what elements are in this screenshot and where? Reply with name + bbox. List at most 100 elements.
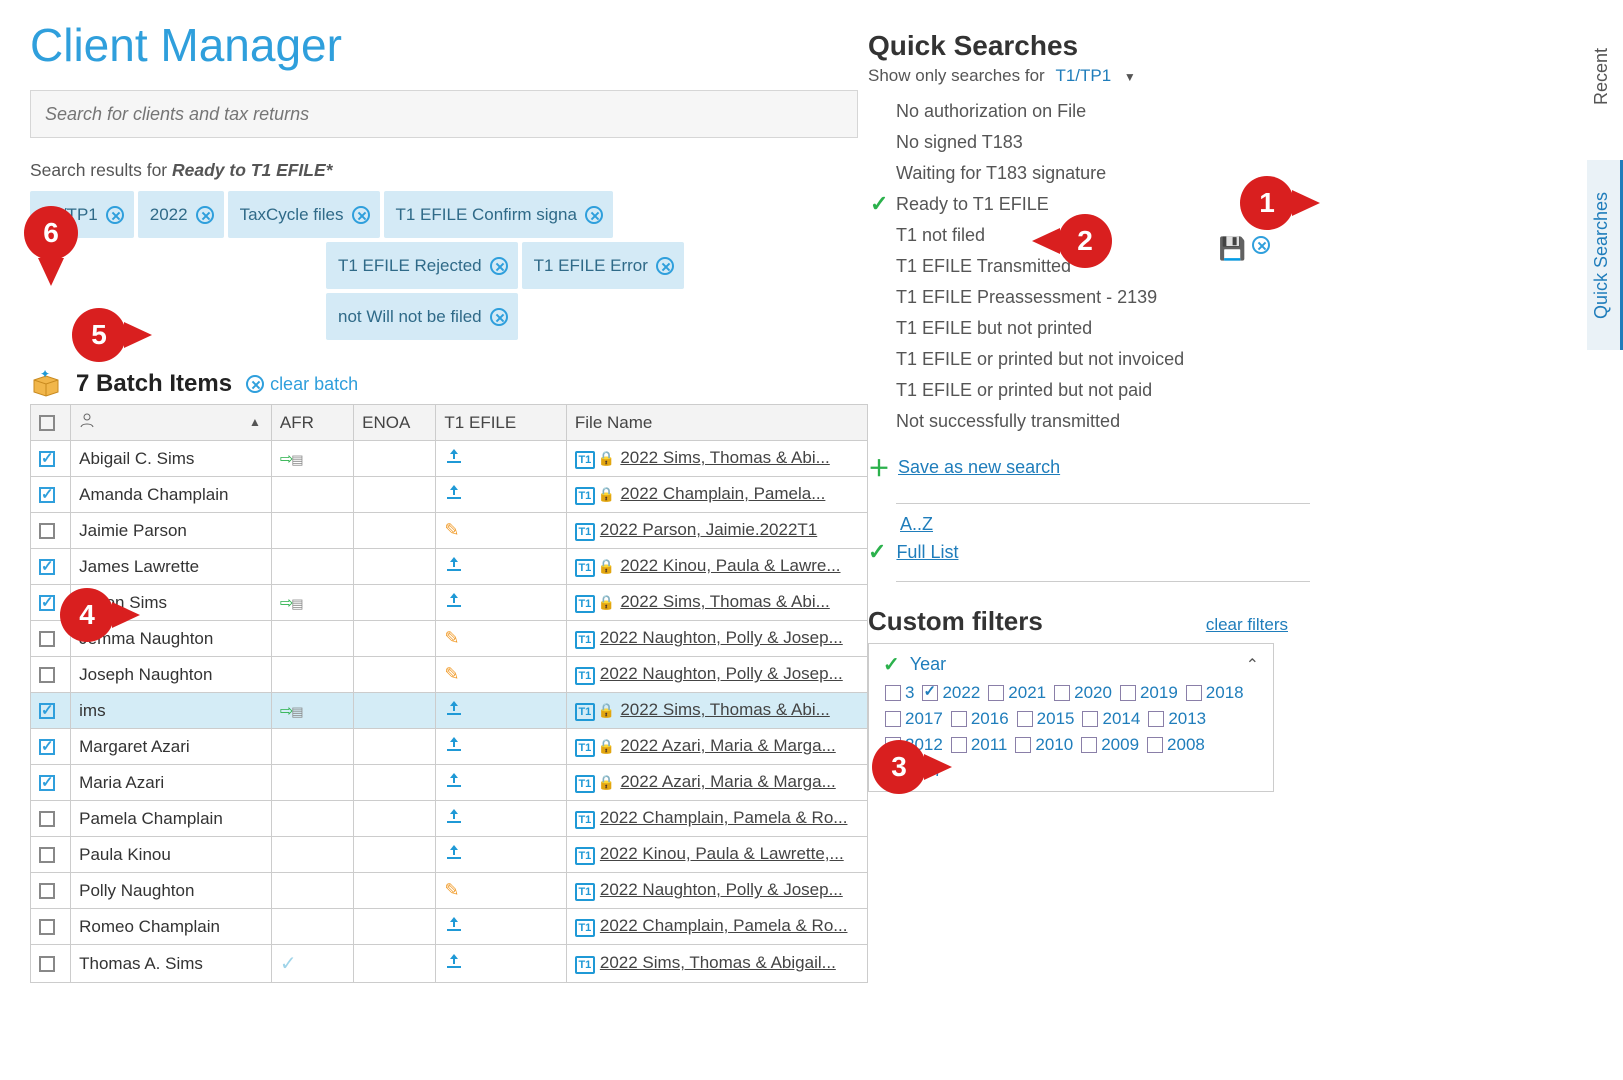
filter-tag[interactable]: T1 EFILE Error [522,242,684,289]
checkbox[interactable] [922,685,938,701]
row-checkbox[interactable] [39,775,55,791]
close-icon[interactable] [196,206,214,224]
file-link[interactable]: 2022 Naughton, Polly & Josep... [600,628,843,647]
row-checkbox[interactable] [39,919,55,935]
filter-tag[interactable]: T1 EFILE Rejected [326,242,518,289]
full-list-row[interactable]: ✓ Full List [868,539,1310,565]
file-link[interactable]: 2022 Azari, Maria & Marga... [620,736,835,755]
table-row[interactable]: Abigail C. Sims⇨▤T1🔒2022 Sims, Thomas & … [31,441,868,477]
checkbox[interactable] [885,685,901,701]
efile-cell[interactable] [436,585,566,621]
qs-show-only[interactable]: Show only searches for T1/TP1 ▼ [868,66,1310,86]
file-cell[interactable]: T1🔒2022 Champlain, Pamela... [566,477,867,513]
year-option[interactable]: 2019 [1120,683,1178,703]
year-option[interactable]: 3 [885,683,914,703]
checkbox[interactable] [1147,737,1163,753]
row-checkbox[interactable] [39,631,55,647]
efile-cell[interactable] [436,873,566,909]
year-option[interactable]: 2009 [1081,735,1139,755]
efile-cell[interactable] [436,441,566,477]
year-option[interactable]: 2015 [1017,709,1075,729]
full-list-link[interactable]: Full List [896,542,958,563]
table-row[interactable]: Jason Sims⇨▤T1🔒2022 Sims, Thomas & Abi..… [31,585,868,621]
table-row[interactable]: Pamela ChamplainT12022 Champlain, Pamela… [31,801,868,837]
efile-cell[interactable] [436,657,566,693]
file-link[interactable]: 2022 Sims, Thomas & Abi... [620,700,829,719]
checkbox[interactable] [951,711,967,727]
file-link[interactable]: 2022 Champlain, Pamela... [620,484,825,503]
checkbox[interactable] [1148,711,1164,727]
file-link[interactable]: 2022 Sims, Thomas & Abi... [620,592,829,611]
table-row[interactable]: Thomas A. Sims✓T12022 Sims, Thomas & Abi… [31,945,868,983]
col-check[interactable] [31,405,71,441]
file-link[interactable]: 2022 Naughton, Polly & Josep... [600,664,843,683]
col-efile[interactable]: T1 EFILE [436,405,566,441]
efile-cell[interactable] [436,801,566,837]
checkbox[interactable] [1081,737,1097,753]
file-cell[interactable]: T12022 Champlain, Pamela & Ro... [566,801,867,837]
col-afr[interactable]: AFR [271,405,353,441]
save-as-new-search[interactable]: ＋ Save as new search [868,447,1310,487]
row-checkbox[interactable] [39,559,55,575]
year-option[interactable]: 2018 [1186,683,1244,703]
table-row[interactable]: Amanda ChamplainT1🔒2022 Champlain, Pamel… [31,477,868,513]
table-row[interactable]: Margaret AzariT1🔒2022 Azari, Maria & Mar… [31,729,868,765]
close-icon[interactable] [585,206,603,224]
row-checkbox[interactable] [39,847,55,863]
col-name[interactable]: ▲ [71,405,272,441]
year-option[interactable]: 2010 [1015,735,1073,755]
file-cell[interactable]: T1🔒2022 Azari, Maria & Marga... [566,729,867,765]
file-link[interactable]: 2022 Sims, Thomas & Abi... [620,448,829,467]
efile-cell[interactable] [436,513,566,549]
close-icon[interactable] [1252,236,1270,262]
row-checkbox[interactable] [39,883,55,899]
save-new-link[interactable]: Save as new search [898,457,1060,478]
file-cell[interactable]: T12022 Naughton, Polly & Josep... [566,621,867,657]
close-icon[interactable] [490,257,508,275]
file-cell[interactable]: T1🔒2022 Sims, Thomas & Abi... [566,441,867,477]
qs-item[interactable]: T1 EFILE Preassessment - 2139 [896,282,1310,313]
filter-tag[interactable]: not Will not be filed [326,293,518,340]
year-option[interactable]: 2008 [1147,735,1205,755]
qs-item[interactable]: T1 EFILE but not printed [896,313,1310,344]
efile-cell[interactable] [436,621,566,657]
efile-cell[interactable] [436,765,566,801]
year-section-header[interactable]: ✓ Year ⌃ [883,652,1259,677]
qs-item[interactable]: No signed T183 [896,127,1310,158]
year-option[interactable]: 2011 [951,735,1008,755]
file-link[interactable]: 2022 Sims, Thomas & Abigail... [600,953,836,972]
col-enoa[interactable]: ENOA [354,405,436,441]
checkbox[interactable] [1015,737,1031,753]
year-option[interactable]: 2020 [1054,683,1112,703]
row-checkbox[interactable] [39,811,55,827]
clear-filters-link[interactable]: clear filters [1206,615,1288,635]
search-bar[interactable] [30,90,858,138]
checkbox[interactable] [1017,711,1033,727]
efile-cell[interactable] [436,549,566,585]
col-file[interactable]: File Name [566,405,867,441]
efile-cell[interactable] [436,729,566,765]
efile-cell[interactable] [436,477,566,513]
row-checkbox[interactable] [39,595,55,611]
file-cell[interactable]: T1🔒2022 Azari, Maria & Marga... [566,765,867,801]
row-checkbox[interactable] [39,667,55,683]
row-checkbox[interactable] [39,956,55,972]
close-icon[interactable] [352,206,370,224]
file-cell[interactable]: T12022 Kinou, Paula & Lawrette,... [566,837,867,873]
table-row[interactable]: Maria AzariT1🔒2022 Azari, Maria & Marga.… [31,765,868,801]
table-row[interactable]: ims⇨▤T1🔒2022 Sims, Thomas & Abi... [31,693,868,729]
file-cell[interactable]: T1🔒2022 Kinou, Paula & Lawre... [566,549,867,585]
checkbox[interactable] [885,711,901,727]
close-icon[interactable] [490,308,508,326]
checkbox[interactable] [1120,685,1136,701]
file-cell[interactable]: T12022 Naughton, Polly & Josep... [566,657,867,693]
tab-recent[interactable]: Recent [1587,12,1623,140]
row-checkbox[interactable] [39,703,55,719]
efile-cell[interactable] [436,693,566,729]
checkbox[interactable] [1054,685,1070,701]
az-link[interactable]: A..Z [900,514,933,535]
tab-quick-searches[interactable]: Quick Searches [1587,160,1623,350]
efile-cell[interactable] [436,945,566,983]
table-row[interactable]: Paula KinouT12022 Kinou, Paula & Lawrett… [31,837,868,873]
table-row[interactable]: Romeo ChamplainT12022 Champlain, Pamela … [31,909,868,945]
